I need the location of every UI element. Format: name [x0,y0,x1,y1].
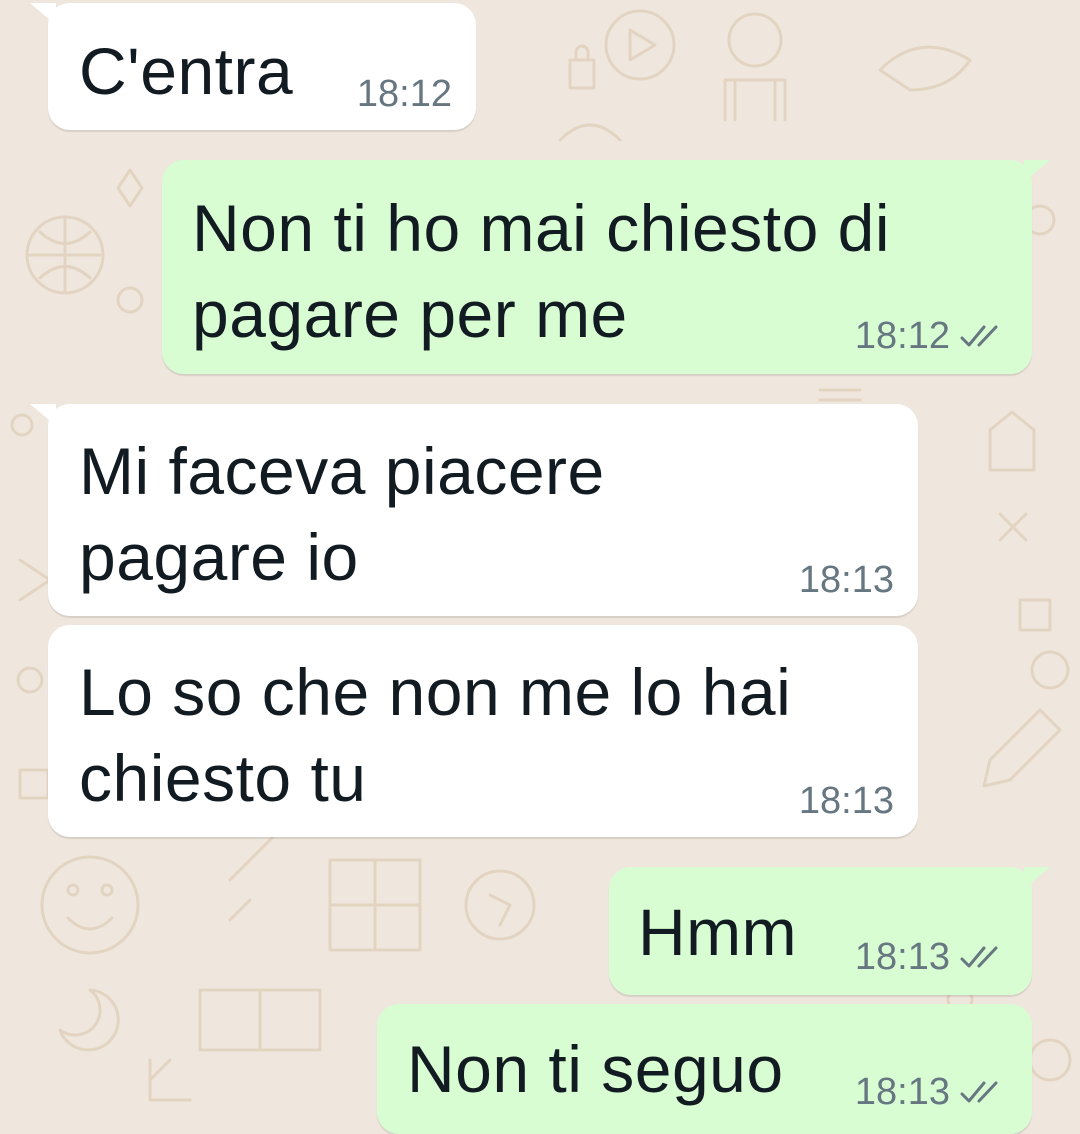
message-bubble-incoming[interactable]: Mi faceva piacere pagare io 18:13 [30,404,918,616]
double-check-icon [960,1081,998,1103]
message-time: 18:13 [798,780,894,822]
bubble-tail [30,404,56,426]
message-time: 18:12 [854,315,950,357]
message-text: Mi faceva piacere pagare io [79,434,605,594]
bubble-tail [1024,867,1050,889]
message-bubble-outgoing[interactable]: Non ti seguo 18:13 [377,1004,1032,1134]
message-text: Non ti ho mai chiesto di pagare per me [192,191,891,351]
message-meta: 18:13 [799,779,894,823]
message-time: 18:12 [356,73,452,115]
bubble-tail [30,3,56,25]
double-check-icon [960,325,998,347]
message-text: Hmm [638,895,798,969]
message-text: Non ti seguo [407,1032,784,1106]
message-bubble-incoming[interactable]: Lo so che non me lo hai chiesto tu 18:13 [48,625,918,837]
chat-thread: C'entra 18:12 Non ti ho mai chiesto di p… [0,0,1080,1134]
message-meta: 18:13 [855,935,1004,979]
message-bubble-outgoing[interactable]: Non ti ho mai chiesto di pagare per me 1… [162,160,1050,374]
message-time: 18:13 [798,559,894,601]
message-meta: 18:13 [855,1070,1004,1114]
message-text: C'entra [79,34,294,108]
message-time: 18:13 [854,1071,950,1113]
message-bubble-outgoing[interactable]: Hmm 18:13 [609,867,1050,995]
message-meta: 18:13 [799,558,894,602]
bubble-tail [1024,160,1050,182]
message-bubble-incoming[interactable]: C'entra 18:12 [30,3,476,130]
message-meta: 18:12 [357,72,452,116]
message-meta: 18:12 [855,314,1004,358]
message-text: Lo so che non me lo hai chiesto tu [79,655,792,815]
double-check-icon [960,946,998,968]
message-time: 18:13 [854,936,950,978]
